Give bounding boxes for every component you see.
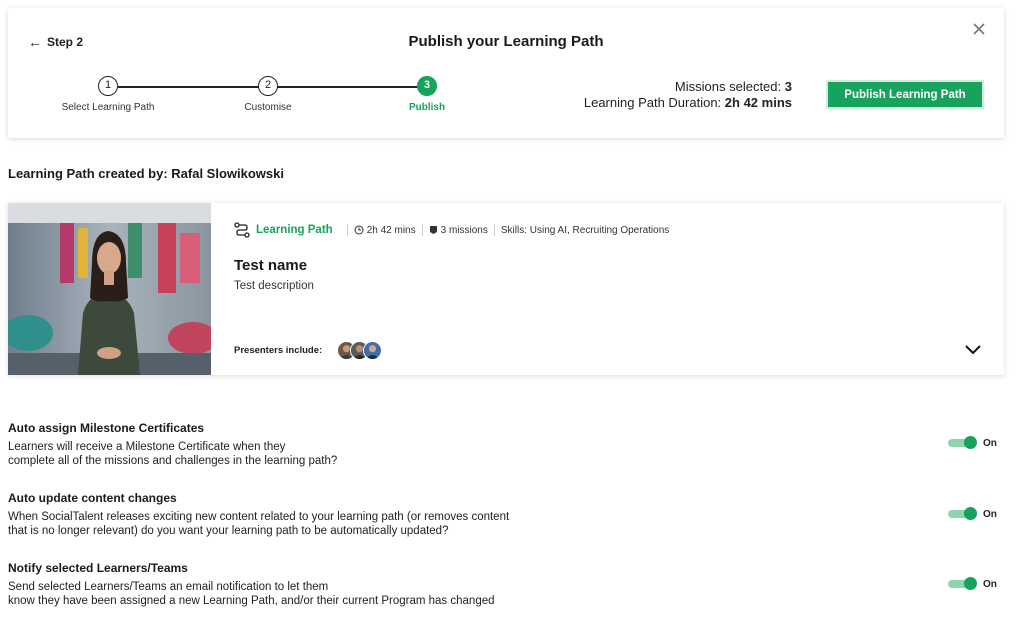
presenters-row: Presenters include:	[234, 341, 383, 360]
publish-learning-path-button[interactable]: Publish Learning Path	[826, 80, 984, 109]
step-number: 2	[258, 76, 278, 96]
step-label: Customise	[244, 102, 292, 113]
duration-label: Learning Path Duration:	[583, 95, 722, 110]
close-icon[interactable]	[971, 21, 987, 37]
toggle-label: On	[983, 437, 997, 449]
learning-path-card: Learning Path 2h 42 mins 3 missions Skil…	[8, 203, 1004, 375]
step-publish: 3 Publish	[367, 76, 487, 113]
setting-auto-assign-certificates: Auto assign Milestone Certificates Learn…	[8, 421, 1008, 468]
step-select-learning-path[interactable]: 1 Select Learning Path	[48, 76, 168, 113]
toggle-label: On	[983, 508, 997, 520]
toggle-switch[interactable]	[948, 577, 977, 591]
presenters-label: Presenters include:	[234, 345, 323, 356]
path-name: Test name	[234, 257, 308, 274]
divider	[493, 224, 495, 236]
setting-title: Auto assign Milestone Certificates	[8, 421, 205, 435]
setting-title: Auto update content changes	[8, 491, 177, 505]
toggle-switch[interactable]	[948, 507, 977, 521]
setting-description: Learners will receive a Milestone Certif…	[8, 440, 568, 468]
setting-description-line: Learners will receive a Milestone Certif…	[8, 441, 286, 453]
path-duration: 2h 42 mins	[366, 224, 416, 236]
setting-notify-learners: Notify selected Learners/Teams Send sele…	[8, 561, 1008, 608]
path-meta: Learning Path 2h 42 mins 3 missions Skil…	[234, 222, 669, 238]
setting-description-line: When SocialTalent releases exciting new …	[8, 511, 510, 523]
presenter-thumbnail	[8, 203, 211, 375]
step-number: 3	[417, 76, 437, 96]
route-icon	[234, 222, 250, 238]
chevron-down-icon[interactable]	[964, 343, 982, 357]
toggle-switch[interactable]	[948, 436, 977, 450]
setting-description-line: complete all of the missions and challen…	[8, 455, 338, 467]
missions-value: 3	[784, 79, 792, 94]
path-missions: 3 missions	[440, 224, 488, 236]
toggle-notify-learners[interactable]: On	[948, 577, 997, 591]
progress-stepper: 1 Select Learning Path 2 Customise 3 Pub…	[48, 76, 468, 120]
toggle-label: On	[983, 578, 997, 590]
setting-description-line: that is no longer relevant) do you want …	[8, 525, 449, 537]
setting-auto-update-content: Auto update content changes When SocialT…	[8, 491, 1008, 538]
setting-description: Send selected Learners/Teams an email no…	[8, 580, 568, 608]
toggle-auto-assign-certificates[interactable]: On	[948, 436, 997, 450]
divider	[421, 224, 423, 236]
mission-icon	[429, 225, 438, 235]
setting-description: When SocialTalent releases exciting new …	[8, 510, 568, 538]
step-number: 1	[98, 76, 118, 96]
duration-value: 2h 42 mins	[724, 95, 792, 110]
step-label: Select Learning Path	[61, 102, 155, 113]
avatar	[363, 341, 383, 360]
page-title: Publish your Learning Path	[408, 33, 604, 50]
toggle-auto-update-content[interactable]: On	[948, 507, 997, 521]
divider	[346, 224, 348, 236]
setting-description-line: Send selected Learners/Teams an email no…	[8, 581, 329, 593]
step-label: Publish	[408, 102, 446, 113]
setting-title: Notify selected Learners/Teams	[8, 561, 188, 575]
clock-icon	[354, 225, 364, 235]
setting-description-line: know they have been assigned a new Learn…	[8, 595, 495, 607]
missions-label: Missions selected:	[674, 79, 782, 94]
path-skills: Skills: Using AI, Recruiting Operations	[500, 224, 670, 236]
publish-header: ← Step 2 Publish your Learning Path 1 Se…	[8, 8, 1004, 138]
path-type: Learning Path	[256, 224, 333, 236]
creator-line: Learning Path created by: Rafal Slowikow…	[8, 166, 284, 181]
path-description: Test description	[234, 280, 314, 292]
step-customise[interactable]: 2 Customise	[208, 76, 328, 113]
path-summary: Missions selected: 3 Learning Path Durat…	[584, 79, 792, 111]
